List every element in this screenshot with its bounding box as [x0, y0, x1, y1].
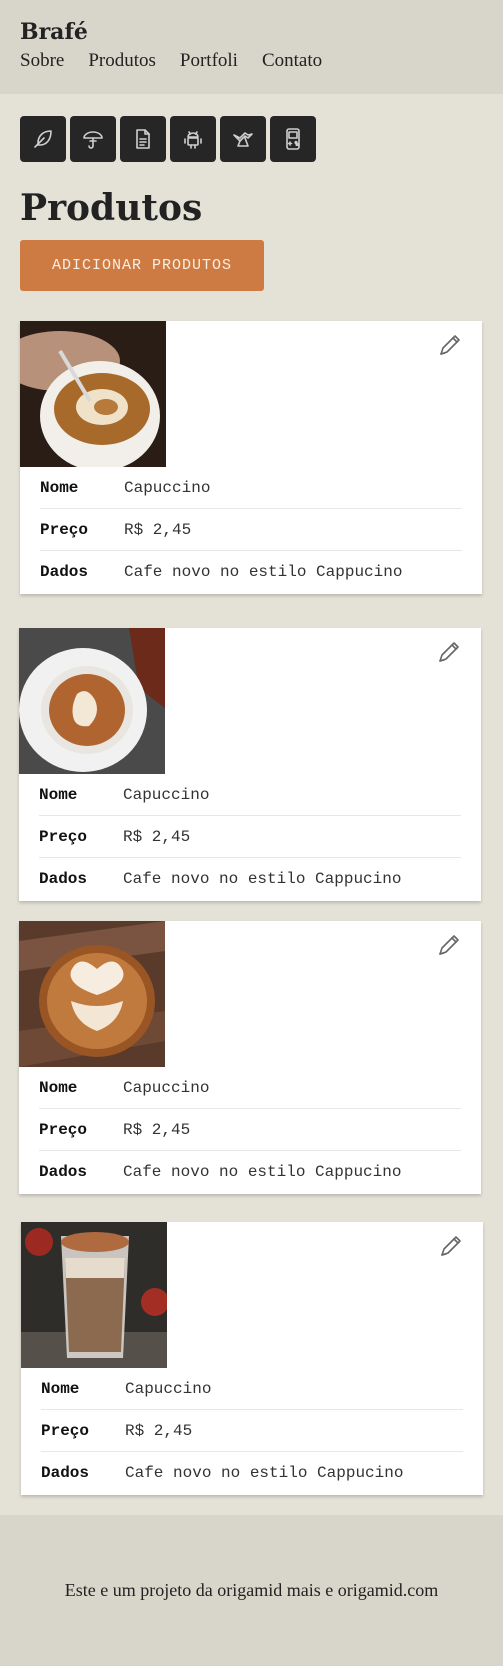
label-dados: Dados [39, 870, 88, 888]
detail-row-preco: Preço R$ 2,45 [41, 1410, 463, 1452]
product-image-latte-art [20, 321, 166, 467]
main-nav: Sobre Produtos Portfoli Contato [20, 48, 483, 74]
page-title: Produtos [20, 187, 203, 229]
android-icon[interactable] [170, 116, 216, 162]
value-dados: Cafe novo no estilo Cappucino [124, 563, 403, 581]
value-preco: R$ 2,45 [124, 520, 192, 539]
nav-link-contato[interactable]: Contato [262, 48, 322, 74]
value-nome: Capuccino [123, 785, 210, 804]
nav-link-sobre[interactable]: Sobre [20, 48, 64, 74]
product-card: Nome Capuccino Preço R$ 2,45 Dados Cafe … [19, 628, 481, 901]
add-products-button[interactable]: ADICIONAR PRODUTOS [20, 240, 264, 291]
label-nome: Nome [41, 1379, 80, 1398]
product-details: Nome Capuccino Preço R$ 2,45 Dados Cafe … [40, 467, 462, 593]
detail-row-preco: Preço R$ 2,45 [39, 1109, 461, 1151]
value-dados: Cafe novo no estilo Cappucino [123, 1163, 402, 1181]
site-header: Brafé Sobre Produtos Portfoli Contato [0, 0, 503, 94]
gameboy-icon[interactable] [270, 116, 316, 162]
product-details: Nome Capuccino Preço R$ 2,45 Dados Cafe … [39, 774, 461, 900]
detail-row-nome: Nome Capuccino [39, 774, 461, 816]
detail-row-nome: Nome Capuccino [40, 467, 462, 509]
edit-pencil-icon[interactable] [435, 638, 463, 666]
edit-pencil-icon[interactable] [436, 331, 464, 359]
detail-row-nome: Nome Capuccino [39, 1067, 461, 1109]
value-nome: Capuccino [123, 1078, 210, 1097]
detail-row-preco: Preço R$ 2,45 [39, 816, 461, 858]
value-preco: R$ 2,45 [123, 827, 191, 846]
value-nome: Capuccino [124, 478, 211, 497]
product-card: Nome Capuccino Preço R$ 2,45 Dados Cafe … [19, 921, 481, 1194]
edit-pencil-icon[interactable] [435, 931, 463, 959]
label-preco: Preço [41, 1421, 90, 1440]
product-image-cappuccino-saucer [19, 628, 165, 774]
label-dados: Dados [40, 563, 89, 581]
label-nome: Nome [39, 1078, 78, 1097]
label-nome: Nome [39, 785, 78, 804]
product-image-heart-latte [19, 921, 165, 1067]
detail-row-nome: Nome Capuccino [41, 1368, 463, 1410]
icon-toolbar [20, 116, 316, 162]
value-preco: R$ 2,45 [125, 1421, 193, 1440]
feather-icon[interactable] [20, 116, 66, 162]
label-preco: Preço [40, 520, 89, 539]
value-dados: Cafe novo no estilo Cappucino [123, 870, 402, 888]
footer-text: Este e um projeto da origamid mais e ori… [64, 1580, 439, 1600]
product-image-iced-coffee [21, 1222, 167, 1368]
detail-row-dados: Dados Cafe novo no estilo Cappucino [39, 858, 461, 900]
detail-row-dados: Dados Cafe novo no estilo Cappucino [39, 1151, 461, 1193]
product-details: Nome Capuccino Preço R$ 2,45 Dados Cafe … [41, 1368, 463, 1494]
detail-row-dados: Dados Cafe novo no estilo Cappucino [40, 551, 462, 593]
label-nome: Nome [40, 478, 79, 497]
site-footer: Este e um projeto da origamid mais e ori… [0, 1515, 503, 1666]
label-preco: Preço [39, 1120, 88, 1139]
value-dados: Cafe novo no estilo Cappucino [125, 1464, 404, 1482]
umbrella-icon[interactable] [70, 116, 116, 162]
nav-link-portfoli[interactable]: Portfoli [180, 48, 238, 74]
edit-pencil-icon[interactable] [437, 1232, 465, 1260]
detail-row-preco: Preço R$ 2,45 [40, 509, 462, 551]
detail-row-dados: Dados Cafe novo no estilo Cappucino [41, 1452, 463, 1494]
value-nome: Capuccino [125, 1379, 212, 1398]
brand-logo[interactable]: Brafé [20, 18, 483, 46]
label-preco: Preço [39, 827, 88, 846]
product-card: Nome Capuccino Preço R$ 2,45 Dados Cafe … [21, 1222, 483, 1495]
value-preco: R$ 2,45 [123, 1120, 191, 1139]
document-icon[interactable] [120, 116, 166, 162]
label-dados: Dados [41, 1464, 90, 1482]
nav-link-produtos[interactable]: Produtos [88, 48, 156, 74]
product-details: Nome Capuccino Preço R$ 2,45 Dados Cafe … [39, 1067, 461, 1193]
label-dados: Dados [39, 1163, 88, 1181]
bird-icon[interactable] [220, 116, 266, 162]
product-card: Nome Capuccino Preço R$ 2,45 Dados Cafe … [20, 321, 482, 594]
